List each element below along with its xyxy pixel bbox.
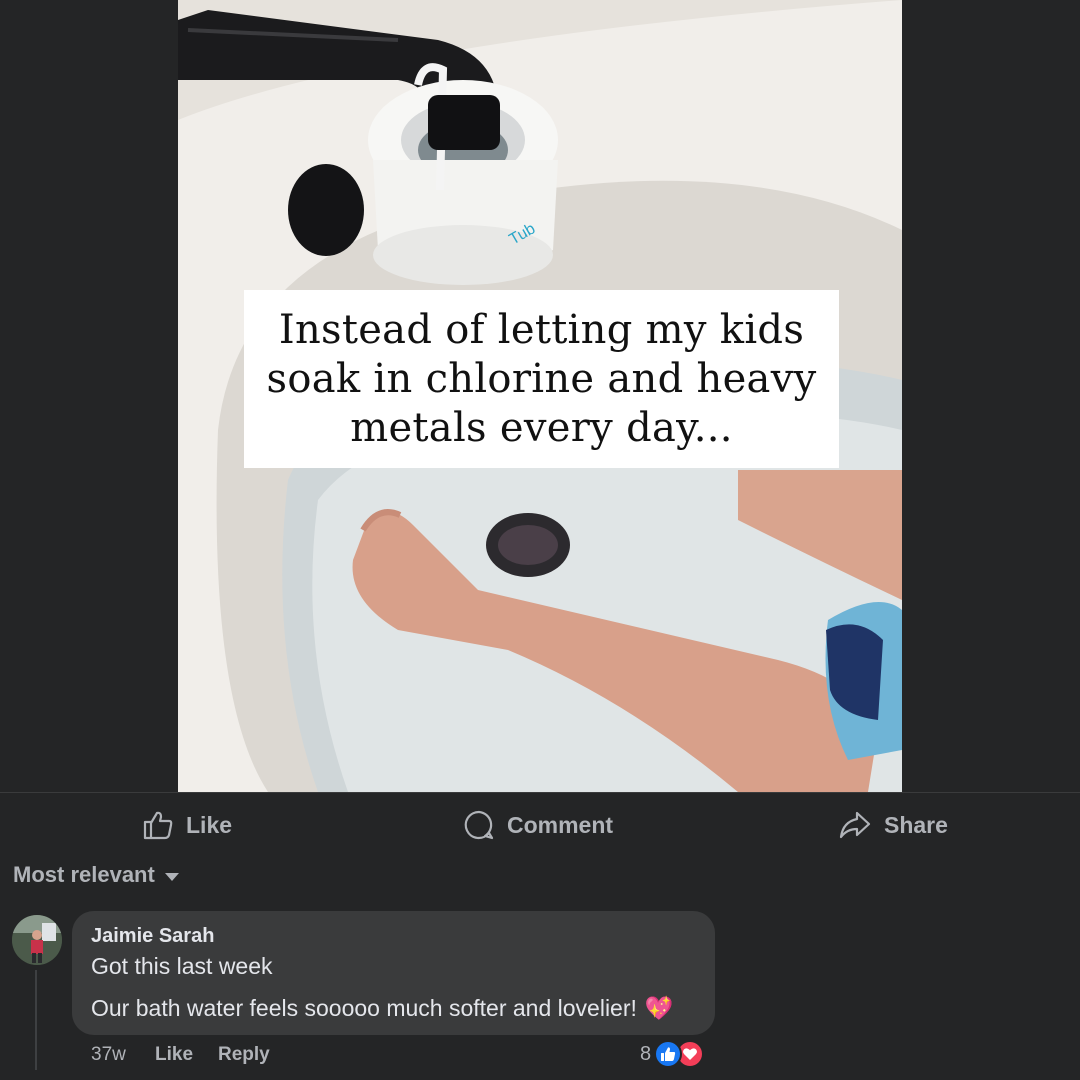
thumbs-up-icon	[142, 809, 174, 841]
like-button-label: Like	[186, 811, 233, 838]
share-arrow-icon	[838, 809, 872, 841]
comment-button-label: Comment	[507, 811, 614, 838]
action-bar-divider	[0, 792, 1080, 793]
comment-author[interactable]: Jaimie Sarah	[91, 923, 696, 949]
like-icon	[654, 1040, 683, 1068]
comment-bubble-icon	[463, 809, 495, 841]
reaction-count: 8	[640, 1042, 652, 1065]
comments-sort-label: Most relevant	[13, 862, 155, 887]
like-button[interactable]: Like	[142, 806, 232, 844]
post-video[interactable]: Tub Instead of letting my kids soak in c…	[178, 0, 902, 792]
comment-text-line: Our bath water feels sooooo much softer …	[91, 993, 696, 1023]
comments-sort-dropdown[interactable]: Most relevant	[13, 862, 179, 888]
caret-down-icon	[164, 873, 179, 881]
comment-reactions[interactable]: 8	[640, 1040, 705, 1068]
comment-bubble: Jaimie Sarah Got this last week Our bath…	[72, 911, 715, 1035]
sparkling-heart-emoji: 💖	[644, 995, 674, 1021]
comment-like-button[interactable]: Like	[155, 1043, 193, 1067]
video-caption: Instead of letting my kids soak in chlor…	[266, 306, 817, 451]
comment-reply-button[interactable]: Reply	[218, 1043, 270, 1067]
comment-text-line: Got this last week	[91, 953, 273, 979]
comment-text-line-content: Our bath water feels sooooo much softer …	[91, 995, 637, 1021]
comment-timestamp[interactable]: 37w	[91, 1043, 126, 1067]
share-button-label: Share	[884, 811, 948, 838]
thread-line	[35, 970, 37, 1070]
video-caption-box: Instead of letting my kids soak in chlor…	[244, 290, 839, 468]
avatar[interactable]	[12, 915, 62, 965]
share-button[interactable]: Share	[838, 806, 948, 844]
comment-button[interactable]: Comment	[463, 806, 613, 844]
